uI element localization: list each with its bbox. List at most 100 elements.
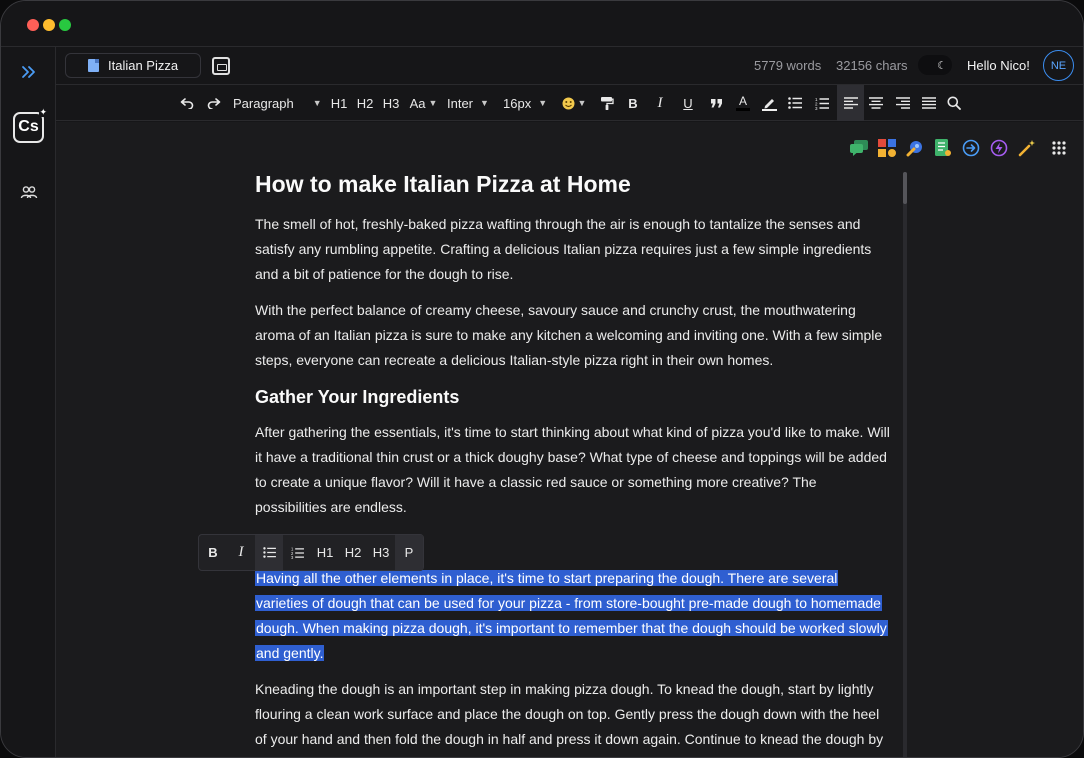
app-logo-button[interactable]: Cs ✦ [1,107,56,145]
align-left-button[interactable] [837,85,864,121]
bold-icon: B [208,545,218,560]
bullet-list-icon [262,547,276,558]
bullet-list-button[interactable] [786,85,804,121]
bubble-h3-button[interactable]: H3 [367,535,395,570]
user-greeting: Hello Nico! [967,58,1030,73]
magic-wand-plugin-button[interactable] [1017,138,1037,158]
bubble-paragraph-button[interactable]: P [395,535,423,570]
text-color-button[interactable]: A [734,85,752,121]
paragraph: After gathering the essentials, it's tim… [255,424,890,515]
bubble-bullet-list-button[interactable] [255,535,283,570]
font-size-select[interactable]: 16px ▼ [503,85,549,121]
align-center-icon [869,97,883,109]
blockquote-button[interactable] [707,85,725,121]
chevron-down-icon: ▼ [480,98,489,108]
text-case-label: Aa [409,95,426,111]
expand-sidebar-button[interactable] [1,57,56,87]
align-right-button[interactable] [894,85,912,121]
avatar[interactable]: NE [1043,50,1074,81]
scrollbar-thumb[interactable] [903,172,907,204]
text-case-select[interactable]: Aa ▼ [407,85,440,121]
italic-icon: I [238,544,244,560]
paragraph: With the perfect balance of creamy chees… [255,302,883,368]
apps-grid-button[interactable] [1049,138,1069,158]
italic-button[interactable]: I [651,85,669,121]
document-body[interactable]: How to make Italian Pizza at Home The sm… [255,168,891,757]
format-painter-button[interactable] [597,85,617,121]
quick-actions-plugin-button[interactable] [989,138,1009,158]
block-type-select[interactable]: Paragraph ▼ [233,85,324,121]
document-title: How to make Italian Pizza at Home [255,171,631,197]
text-color-icon: A [738,94,747,108]
h1-label: H1 [316,545,334,560]
undo-button[interactable] [176,85,198,121]
block-type-value: Paragraph [233,95,294,111]
theme-toggle[interactable]: ☾ [918,55,952,75]
document-tab[interactable]: Italian Pizza [65,53,201,78]
close-window-button[interactable] [27,19,39,31]
bubble-italic-button[interactable]: I [227,535,255,570]
bubble-h2-button[interactable]: H2 [339,535,367,570]
collaborators-button[interactable] [1,177,56,207]
font-family-select[interactable]: Inter ▼ [447,85,495,121]
h3-button[interactable]: H3 [380,85,402,121]
char-count: 32156 chars [836,58,908,73]
plugin-toolbar [849,138,1069,158]
ordered-list-button[interactable]: 123 [813,85,831,121]
format-toolbar: Paragraph ▼ H1 H2 H3 Aa ▼ Inter ▼ 16px ▼… [56,85,1083,121]
editor-area: How to make Italian Pizza at Home The sm… [56,122,1083,757]
svg-text:3: 3 [291,555,294,559]
comments-plugin-button[interactable] [849,138,869,158]
paragraph-label: P [404,545,414,560]
bubble-ordered-list-button[interactable]: 123 [283,535,311,570]
grid-icon [1052,141,1066,155]
h2-button[interactable]: H2 [354,85,376,121]
moon-icon: ☾ [937,59,947,72]
underline-button[interactable]: U [679,85,697,121]
bold-icon: B [628,95,638,111]
document-tab-title: Italian Pizza [108,58,179,73]
minimize-window-button[interactable] [43,19,55,31]
bubble-bold-button[interactable]: B [199,535,227,570]
search-icon [947,96,961,110]
notes-plugin-button[interactable] [933,138,953,158]
emoji-picker[interactable]: ▼ [558,85,590,121]
app-window: Cs ✦ Italian Pizza 5779 words 32156 char… [0,0,1084,758]
shapes-plugin-button[interactable] [877,138,897,158]
ordered-list-icon: 123 [815,97,829,110]
floating-format-menu: B I 123 H1 H2 H3 P [198,534,424,571]
underline-icon: U [683,95,693,111]
scrollbar-track[interactable] [903,172,907,757]
app-logo: Cs ✦ [13,107,47,143]
align-center-button[interactable] [867,85,885,121]
maximize-window-button[interactable] [59,19,71,31]
h2-label: H2 [344,545,362,560]
bubble-h1-button[interactable]: H1 [311,535,339,570]
word-count: 5779 words [754,58,822,73]
file-icon [88,59,99,72]
avatar-initials: NE [1050,59,1067,72]
align-left-icon [843,97,858,109]
navigate-plugin-button[interactable] [961,138,981,158]
chevron-down-icon: ▼ [312,98,322,108]
bullet-list-icon [788,97,802,109]
h1-button[interactable]: H1 [328,85,350,121]
highlight-button[interactable] [760,85,778,121]
svg-text:3: 3 [815,106,818,110]
align-justify-button[interactable] [920,85,938,121]
selection-highlight: Having all the other elements in place, … [255,570,888,661]
paint-roller-icon [601,97,614,110]
selected-paragraph: Having all the other elements in place, … [255,566,891,666]
top-bar: Italian Pizza 5779 words 32156 chars ☾ H… [56,47,1083,85]
redo-button[interactable] [203,85,225,121]
paragraph: The smell of hot, freshly-baked pizza wa… [255,216,872,282]
logo-text: Cs [18,118,39,135]
ai-assistant-plugin-button[interactable] [905,138,925,158]
users-icon [20,186,37,199]
chevron-down-icon: ▼ [428,98,438,108]
save-button[interactable] [212,57,230,75]
search-button[interactable] [945,85,963,121]
double-chevron-right-icon [21,66,35,78]
bold-button[interactable]: B [624,85,642,121]
shapes-icon [878,139,896,157]
